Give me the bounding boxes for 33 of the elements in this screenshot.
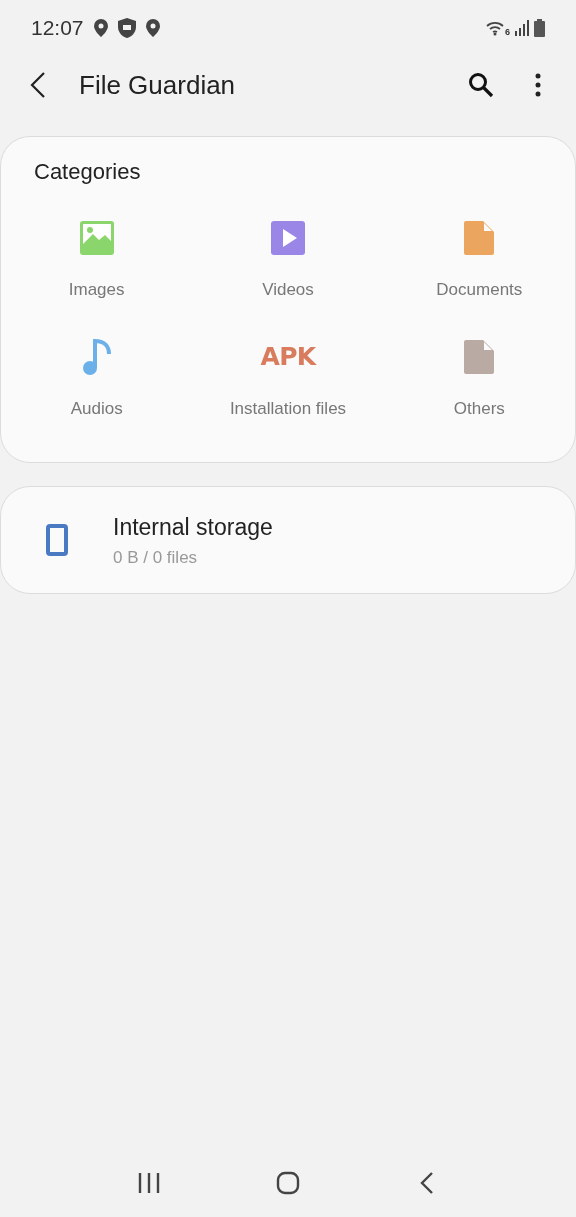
wifi-number-label: 6 [505,26,510,40]
storage-name: Internal storage [113,513,273,542]
more-options-icon [535,73,541,97]
storage-detail: 0 B / 0 files [113,546,199,569]
battery-icon [534,19,545,37]
home-icon [276,1171,300,1195]
search-button[interactable] [466,70,496,100]
back-icon [30,72,46,98]
page-title: File Guardian [79,68,237,102]
category-item[interactable]: APK Installation files [192,336,384,421]
phone-icon [46,524,68,556]
category-item[interactable]: Others [383,336,575,421]
image-icon [78,220,115,256]
location-icon [145,19,160,37]
storage-item[interactable]: Internal storage 0 B / 0 files [0,486,576,594]
category-item[interactable]: Videos [192,218,384,303]
signal-icon [514,20,530,36]
shield-icon [117,18,136,38]
music-note-icon [81,337,112,376]
category-item[interactable]: Audios [1,336,193,421]
section-title: Categories [33,158,142,186]
play-icon [270,220,306,256]
category-item[interactable]: Documents [383,218,575,303]
search-icon [468,72,494,98]
wifi-icon [486,20,504,36]
clock: 12:07 [31,15,84,42]
apk-icon: APK [260,344,316,369]
file-icon [463,338,496,375]
document-icon [463,220,496,256]
back-icon [419,1172,434,1194]
category-item[interactable]: Images [1,218,193,303]
location-icon [93,19,108,37]
recent-apps-icon [138,1173,161,1193]
